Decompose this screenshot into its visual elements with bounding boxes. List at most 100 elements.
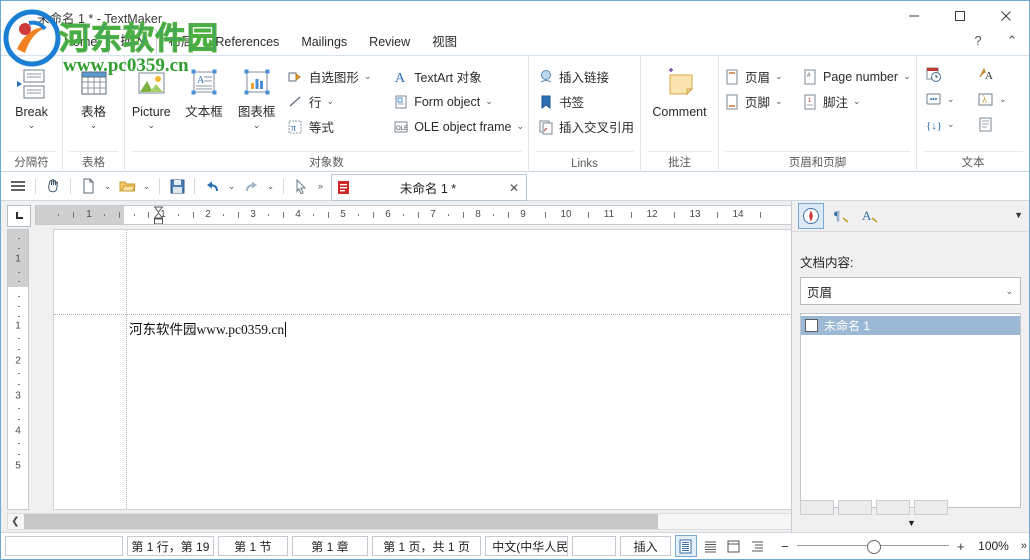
insert-hyperlink-button[interactable]: 插入链接 [533, 64, 638, 89]
maximize-button[interactable] [937, 1, 983, 31]
status-chapter[interactable]: 第 1 章 [292, 536, 368, 556]
sidebar-button-3[interactable] [876, 500, 910, 515]
status-field-blank-right[interactable] [572, 536, 617, 556]
list-item-checkbox[interactable] [805, 319, 818, 332]
picture-button[interactable]: Picture ⌄ [125, 56, 178, 130]
chevron-down-icon[interactable]: ⌄ [853, 96, 861, 107]
status-section[interactable]: 第 1 节 [217, 536, 289, 556]
overflow-chevrons-icon[interactable]: » [314, 175, 327, 197]
zoom-level-value[interactable]: 100% [973, 539, 1009, 553]
variable-field-button[interactable]: {↓} ⌄ [921, 112, 973, 137]
hamburger-menu-icon[interactable] [7, 175, 29, 197]
break-button[interactable]: Break ⌄ [1, 56, 63, 130]
sidebar-button-2[interactable] [838, 500, 872, 515]
chevron-down-icon[interactable]: ⌄ [148, 120, 156, 130]
tab-references[interactable]: References [204, 31, 290, 55]
text-frame-button[interactable]: A 文本框 [178, 56, 231, 119]
chevron-down-icon[interactable]: ⌄ [28, 120, 36, 130]
lambda-field-button[interactable]: λ ⌄ [973, 87, 1025, 112]
zoom-slider[interactable] [796, 540, 949, 554]
character-format-icon[interactable]: A [858, 204, 882, 228]
sidebar-footer-dropdown-icon[interactable]: ▼ [792, 516, 1029, 530]
select-cursor-icon[interactable] [290, 175, 312, 197]
open-folder-icon[interactable] [116, 175, 138, 197]
header-button[interactable]: 页眉 ⌄ [719, 64, 797, 89]
form-object-button[interactable]: Form object ⌄ [388, 89, 528, 114]
chevron-down-icon[interactable]: ⌄ [775, 71, 783, 82]
status-language[interactable]: 中文(中华人民共 [485, 536, 569, 556]
tab-layout[interactable]: 布局 [157, 31, 204, 55]
tab-stop-selector[interactable] [7, 205, 31, 227]
tab-insert[interactable]: 插入 [108, 29, 158, 55]
document-tab[interactable]: 未命名 1 * ✕ [331, 174, 527, 201]
chevron-down-icon[interactable]: ⌄ [947, 119, 955, 130]
bookmark-button[interactable]: 书签 [533, 89, 638, 114]
equation-button[interactable]: π 等式 [283, 114, 388, 139]
footer-button[interactable]: 页脚 ⌄ [719, 89, 797, 114]
undo-chevron-down-icon[interactable]: ⌄ [225, 175, 238, 197]
status-field-blank-left[interactable] [5, 536, 124, 556]
line-button[interactable]: 行 ⌄ [283, 89, 388, 114]
sidebar-button-4[interactable] [914, 500, 948, 515]
ellipsis-field-button[interactable]: ⌄ [921, 87, 973, 112]
date-time-button[interactable] [921, 62, 973, 87]
chevron-down-icon[interactable]: ⌄ [485, 96, 493, 107]
status-insert-mode[interactable]: 插入 [620, 536, 672, 556]
new-document-chevron-down-icon[interactable]: ⌄ [101, 175, 114, 197]
dropcap-button[interactable]: A [973, 62, 1025, 87]
page-view-icon[interactable] [724, 536, 743, 556]
indent-marker[interactable] [153, 206, 164, 224]
normal-view-icon[interactable] [701, 536, 720, 556]
tab-mailings[interactable]: Mailings [290, 31, 358, 55]
tab-home[interactable]: Home [53, 31, 108, 55]
page-number-button[interactable]: # Page number ⌄ [797, 64, 915, 89]
horizontal-scroll-thumb[interactable] [24, 514, 658, 529]
autoshape-button[interactable]: 自选图形 ⌄ [283, 64, 388, 89]
chart-frame-button[interactable]: 图表框 ⌄ [230, 56, 283, 130]
close-button[interactable] [983, 1, 1029, 31]
sidebar-content-list[interactable]: 未命名 1 [800, 313, 1021, 508]
chevron-down-icon[interactable]: ⌄ [326, 96, 334, 107]
tab-view[interactable]: 视图 [421, 31, 468, 55]
new-document-icon[interactable] [77, 175, 99, 197]
sidebar-content-select[interactable]: 页眉 ⌄ [800, 277, 1021, 305]
document-tab-close-icon[interactable]: ✕ [502, 181, 526, 195]
collapse-ribbon-button[interactable]: ⌃ [1003, 33, 1021, 49]
status-page[interactable]: 第 1 页，共 1 页 [371, 536, 482, 556]
chevron-down-icon[interactable]: ⌄ [999, 94, 1007, 105]
scroll-left-button[interactable]: ❮ [8, 514, 23, 529]
status-line-column[interactable]: 第 1 行，第 19 [127, 536, 214, 556]
vertical-ruler[interactable]: 1 1 2 3 4 5 [7, 229, 29, 510]
chevron-down-icon[interactable]: ⌄ [364, 71, 372, 82]
document-body-text[interactable]: 河东软件园www.pc0359.cn [129, 318, 287, 338]
tab-review[interactable]: Review [358, 31, 421, 55]
chevron-down-icon[interactable]: ⌄ [903, 71, 911, 82]
redo-icon[interactable] [240, 175, 262, 197]
chevron-down-icon[interactable]: ⌄ [516, 121, 524, 132]
comment-button[interactable]: Comment [643, 56, 717, 119]
sidebar-button-1[interactable] [800, 500, 834, 515]
document-info-button[interactable] [973, 112, 1025, 137]
print-layout-view-icon[interactable] [675, 535, 697, 557]
redo-chevron-down-icon[interactable]: ⌄ [264, 175, 277, 197]
textart-button[interactable]: A TextArt 对象 [388, 64, 528, 89]
zoom-in-button[interactable]: + [955, 539, 967, 554]
zoom-out-button[interactable]: − [779, 539, 791, 554]
navigator-compass-icon[interactable] [798, 203, 824, 229]
footnote-button[interactable]: 1 脚注 ⌄ [797, 89, 915, 114]
undo-icon[interactable] [201, 175, 223, 197]
save-icon[interactable] [166, 175, 188, 197]
status-overflow-icon[interactable]: » [1021, 540, 1027, 552]
help-button[interactable]: ? [969, 33, 987, 49]
chevron-down-icon[interactable]: ⌄ [253, 120, 261, 130]
chevron-down-icon[interactable]: ⌄ [90, 120, 98, 130]
chevron-down-icon[interactable]: ⌄ [947, 94, 955, 105]
hand-tool-icon[interactable] [42, 175, 64, 197]
insert-cross-reference-button[interactable]: 插入交叉引用 [533, 114, 638, 139]
chevron-down-icon[interactable]: ⌄ [775, 96, 783, 107]
sidebar-menu-caret-icon[interactable]: ▼ [1014, 210, 1023, 220]
minimize-button[interactable] [891, 1, 937, 31]
zoom-slider-knob[interactable] [866, 540, 881, 554]
open-folder-chevron-down-icon[interactable]: ⌄ [140, 175, 153, 197]
list-item[interactable]: 未命名 1 [801, 316, 1020, 335]
